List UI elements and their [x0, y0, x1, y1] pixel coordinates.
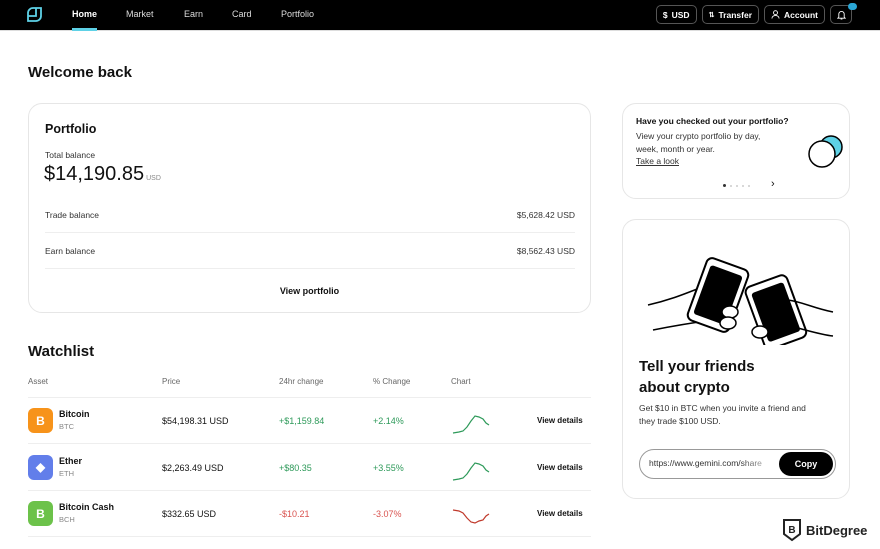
user-icon [771, 10, 780, 19]
watchlist-row[interactable]: B Bitcoin BTC $54,198.31 USD +$1,159.84 … [28, 398, 591, 444]
referral-title: Tell your friends about crypto [639, 358, 755, 396]
share-link-field: Copy [639, 449, 836, 479]
coin-icon: B [28, 408, 53, 433]
top-actions: $ USD ⇅ Transfer Account [655, 3, 857, 24]
coin-price: $54,198.31 USD [162, 416, 229, 426]
trade-balance-value: $5,628.42 USD [516, 209, 575, 220]
earn-balance-label: Earn balance [45, 245, 96, 256]
bell-icon [836, 10, 846, 19]
coin-pct-change: +2.14% [373, 416, 404, 426]
dollar-icon: $ [662, 9, 668, 20]
portfolio-title: Portfolio [45, 122, 97, 136]
carousel-dot[interactable] [748, 184, 750, 187]
gemini-logo-icon[interactable] [27, 7, 43, 23]
take-a-look-link[interactable]: Take a look [636, 156, 679, 166]
referral-text: Get $10 in BTC when you invite a friend … [639, 403, 806, 426]
total-balance-label: Total balance [45, 150, 96, 160]
portfolio-promo-card: Have you checked out your portfolio? Vie… [622, 103, 850, 199]
carousel-dots [723, 184, 750, 187]
notification-badge [848, 3, 857, 10]
watchlist-row[interactable]: ◆ Ether ETH $2,263.49 USD +$80.35 +3.55%… [28, 445, 591, 491]
col-24hr-change: 24hr change [279, 377, 324, 386]
coin-pct-change: +3.55% [373, 462, 404, 473]
coin-icon: ◆ [28, 454, 53, 480]
phones-hands-illustration-icon [647, 257, 834, 345]
coin-icon: B [28, 501, 53, 526]
nav-earn[interactable]: Earn [184, 0, 203, 31]
account-button[interactable]: Account [764, 5, 825, 24]
copy-button[interactable]: Copy [779, 452, 833, 476]
promo-text: View your crypto portfolio by day, week,… [636, 131, 761, 154]
col-chart: Chart [451, 377, 471, 386]
bitdegree-watermark: B BitDegree [782, 518, 867, 542]
chevron-right-icon[interactable]: › [771, 178, 775, 190]
coin-symbol: BTC [59, 422, 74, 431]
referral-card: Tell your friends about crypto Get $10 i… [622, 219, 850, 499]
coin-name: Ether [59, 455, 83, 466]
coin-symbol: ETH [59, 468, 74, 478]
total-balance-value: $14,190.85 USD [44, 163, 161, 186]
portfolio-card: Portfolio Total balance $14,190.85 USD Tr… [28, 103, 591, 313]
coin-24hr-change: +$1,159.84 [279, 416, 325, 426]
nav-card[interactable]: Card [232, 0, 252, 31]
sparkline-chart [452, 415, 490, 434]
earn-balance-value: $8,562.43 USD [516, 245, 575, 256]
view-portfolio-link[interactable]: View portfolio [29, 286, 590, 296]
currency-button[interactable]: $ USD [655, 5, 697, 24]
total-balance-amount: $14,190.85 [44, 163, 145, 185]
watchlist-row[interactable]: B Bitcoin Cash BCH $332.65 USD -$10.21 -… [28, 491, 591, 537]
coin-24hr-change: -$10.21 [279, 509, 310, 519]
sparkline-chart [452, 509, 490, 524]
share-input-fade [740, 452, 780, 476]
col-asset: Asset [28, 377, 49, 386]
coin-name: Bitcoin [59, 409, 90, 419]
account-label: Account [784, 9, 818, 20]
bitdegree-shield-icon: B [783, 519, 801, 542]
carousel-dot[interactable] [730, 184, 732, 187]
view-details-link[interactable]: View details [537, 509, 583, 518]
earn-balance-row: Earn balance $8,562.43 USD [45, 233, 575, 269]
svg-text:B: B [788, 525, 795, 536]
trade-balance-label: Trade balance [45, 209, 100, 220]
nav-portfolio[interactable]: Portfolio [281, 0, 314, 31]
coin-pct-change: -3.07% [373, 509, 402, 519]
coin-name: Bitcoin Cash [59, 502, 115, 512]
col-pct-change: % Change [373, 377, 411, 386]
coin-symbol: BCH [59, 515, 75, 524]
page-title: Welcome back [28, 64, 132, 81]
notifications-button[interactable] [830, 3, 857, 24]
watermark-text: BitDegree [806, 522, 868, 538]
transfer-icon: ⇅ [708, 11, 715, 19]
nav-market[interactable]: Market [126, 0, 154, 31]
watchlist-header: Asset Price 24hr change % Change Chart [28, 377, 591, 398]
total-balance-currency: USD [146, 175, 161, 182]
sparkline-chart [452, 461, 490, 481]
carousel-dot[interactable] [723, 184, 726, 187]
col-price: Price [162, 377, 181, 386]
nav-home[interactable]: Home [72, 0, 98, 31]
circles-illustration-icon [808, 135, 843, 168]
promo-title: Have you checked out your portfolio? [636, 116, 789, 126]
currency-label: USD [671, 9, 690, 20]
carousel-dot[interactable] [742, 184, 744, 187]
view-details-link[interactable]: View details [537, 463, 583, 472]
coin-24hr-change: +$80.35 [279, 462, 312, 473]
transfer-button[interactable]: ⇅ Transfer [701, 5, 759, 24]
watchlist-title: Watchlist [28, 343, 95, 360]
trade-balance-row: Trade balance $5,628.42 USD [45, 197, 575, 233]
coin-price: $332.65 USD [162, 509, 217, 519]
view-details-link[interactable]: View details [537, 416, 583, 425]
top-navigation-bar: Home Market Earn Card Portfolio $ USD ⇅ … [0, 0, 880, 31]
transfer-label: Transfer [718, 9, 752, 20]
carousel-dot[interactable] [736, 184, 738, 187]
coin-price: $2,263.49 USD [162, 462, 224, 473]
